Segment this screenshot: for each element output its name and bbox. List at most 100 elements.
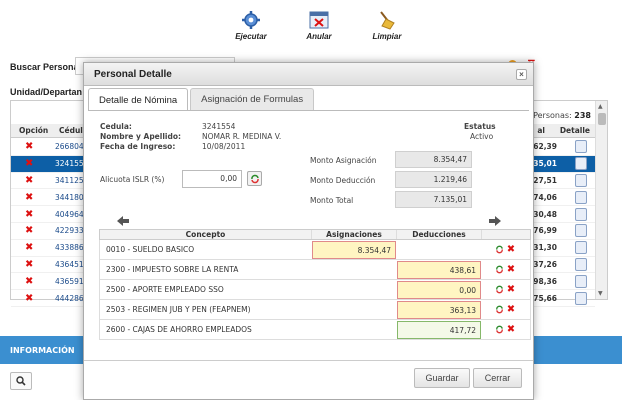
recalc-icon[interactable] xyxy=(495,285,504,294)
alicuota-input[interactable]: 0,00 xyxy=(182,170,242,188)
detail-icon[interactable] xyxy=(575,173,587,187)
tab-detalle-nomina[interactable]: Detalle de Nómina xyxy=(88,88,189,111)
concepto-row: 2500 - APORTE EMPLEADO SSO 0,00 ✖ xyxy=(99,280,531,300)
deduccion-cell[interactable]: 417,72 xyxy=(397,320,481,339)
scroll-down-icon[interactable]: ▼ xyxy=(598,290,603,297)
cerrar-button[interactable]: Cerrar xyxy=(473,368,522,388)
tab-asignacion-formulas[interactable]: Asignación de Formulas xyxy=(190,88,315,110)
monto-deduccion-value: 1.219,46 xyxy=(395,171,472,188)
close-icon[interactable]: × xyxy=(516,69,527,80)
concepto-label: 2500 - APORTE EMPLEADO SSO xyxy=(106,285,224,294)
modal-tabs: Detalle de Nómina Asignación de Formulas xyxy=(88,88,315,111)
detail-icon[interactable] xyxy=(575,257,587,271)
delete-icon[interactable]: ✖ xyxy=(507,284,515,295)
personas-count: Personas: 238 xyxy=(533,111,591,120)
delete-icon[interactable]: ✖ xyxy=(25,141,33,152)
limpiar-label: Limpiar xyxy=(372,32,402,41)
delete-icon[interactable]: ✖ xyxy=(25,276,33,287)
delete-icon[interactable]: ✖ xyxy=(507,324,515,335)
header-asignaciones: Asignaciones xyxy=(312,230,397,239)
modal-footer-divider xyxy=(84,360,533,361)
conceptos-header: Concepto Asignaciones Deducciones xyxy=(99,229,531,240)
detail-icon[interactable] xyxy=(575,241,587,255)
header-actions xyxy=(482,230,530,239)
detail-icon[interactable] xyxy=(575,291,587,305)
recalc-icon[interactable] xyxy=(495,265,504,274)
monto-total-value: 7.135,01 xyxy=(395,191,472,208)
monto-deduccion-label: Monto Deducción xyxy=(310,176,376,185)
header-deducciones: Deducciones xyxy=(397,230,482,239)
concepto-label: 0010 - SUELDO BASICO xyxy=(106,245,195,254)
detail-icon[interactable] xyxy=(575,140,587,154)
next-arrow-icon[interactable] xyxy=(489,216,501,226)
delete-icon[interactable]: ✖ xyxy=(507,244,515,255)
deduccion-cell[interactable]: 363,13 xyxy=(397,300,481,319)
delete-icon[interactable]: ✖ xyxy=(25,192,33,203)
alicuota-label: Alicuota ISLR (%) xyxy=(100,175,165,184)
delete-icon[interactable]: ✖ xyxy=(507,304,515,315)
header-concepto: Concepto xyxy=(100,230,312,239)
alicuota-recalc-button[interactable] xyxy=(247,171,262,186)
recalc-icon[interactable] xyxy=(495,325,504,334)
scroll-thumb[interactable] xyxy=(598,113,606,125)
estatus-value: Activo xyxy=(470,132,494,141)
delete-icon[interactable]: ✖ xyxy=(507,264,515,275)
concepto-label: 2503 - REGIMEN JUB Y PEN (FEAPNEM) xyxy=(106,305,251,314)
unidad-label: Unidad/Departan xyxy=(10,87,83,97)
anular-label: Anular xyxy=(306,32,332,41)
concepto-row: 2503 - REGIMEN JUB Y PEN (FEAPNEM) 363,13… xyxy=(99,300,531,320)
delete-icon[interactable]: ✖ xyxy=(25,259,33,270)
estatus-label: Estatus xyxy=(464,122,496,131)
toolbar: Ejecutar Anular Limpiar xyxy=(228,10,410,41)
concepto-row: 2600 - CAJAS DE AHORRO EMPLEADOS 417,72 ✖ xyxy=(99,320,531,340)
concepto-label: 2600 - CAJAS DE AHORRO EMPLEADOS xyxy=(106,325,252,334)
ejecutar-label: Ejecutar xyxy=(235,32,267,41)
fecha-value: 10/08/2011 xyxy=(202,142,246,151)
detail-icon[interactable] xyxy=(575,207,587,221)
delete-icon[interactable]: ✖ xyxy=(25,242,33,253)
info-search-button[interactable] xyxy=(10,372,32,390)
delete-icon[interactable]: ✖ xyxy=(25,175,33,186)
cancel-icon xyxy=(308,10,330,30)
buscar-persona-label: Buscar Persona xyxy=(10,62,79,72)
detail-icon[interactable] xyxy=(575,157,587,171)
limpiar-button[interactable]: Limpiar xyxy=(364,10,410,41)
detail-icon[interactable] xyxy=(575,274,587,288)
concepto-label: 2300 - IMPUESTO SOBRE LA RENTA xyxy=(106,265,239,274)
grid-scrollbar[interactable]: ▲ ▼ xyxy=(595,101,607,299)
scroll-up-icon[interactable]: ▲ xyxy=(598,103,603,110)
tab-divider xyxy=(88,110,529,111)
deduccion-cell[interactable]: 0,00 xyxy=(397,280,481,299)
delete-icon[interactable]: ✖ xyxy=(25,209,33,220)
fecha-label: Fecha de Ingreso: xyxy=(100,142,176,151)
asignacion-cell[interactable]: 8.354,47 xyxy=(312,240,396,259)
recalc-icon[interactable] xyxy=(495,305,504,314)
monto-asignacion-label: Monto Asignación xyxy=(310,156,377,165)
recalc-icon[interactable] xyxy=(495,245,504,254)
deduccion-cell[interactable]: 438,61 xyxy=(397,260,481,279)
concepto-row: 0010 - SUELDO BASICO 8.354,47 ✖ xyxy=(99,240,531,260)
anular-button[interactable]: Anular xyxy=(296,10,342,41)
cedula-label: Cedula: xyxy=(100,122,132,131)
prev-arrow-icon[interactable] xyxy=(117,216,129,226)
delete-icon[interactable]: ✖ xyxy=(25,225,33,236)
ejecutar-button[interactable]: Ejecutar xyxy=(228,10,274,41)
col-total: al xyxy=(537,126,545,135)
detail-icon[interactable] xyxy=(575,224,587,238)
delete-icon[interactable]: ✖ xyxy=(25,293,33,304)
gear-icon xyxy=(240,10,262,30)
detail-icon[interactable] xyxy=(575,190,587,204)
modal-title-bar[interactable]: Personal Detalle × xyxy=(84,63,533,86)
informacion-header[interactable]: INFORMACIÓN xyxy=(0,336,84,364)
informacion-header-right xyxy=(532,336,622,364)
search-icon xyxy=(16,376,26,386)
broom-icon xyxy=(376,10,398,30)
recalc-icon xyxy=(250,174,259,183)
conceptos-table: Concepto Asignaciones Deducciones 0010 -… xyxy=(99,229,531,340)
personal-detalle-modal: Personal Detalle × Detalle de Nómina Asi… xyxy=(83,62,534,400)
nombre-label: Nombre y Apellido: xyxy=(100,132,182,141)
guardar-button[interactable]: Guardar xyxy=(414,368,470,388)
concepto-row: 2300 - IMPUESTO SOBRE LA RENTA 438,61 ✖ xyxy=(99,260,531,280)
delete-icon[interactable]: ✖ xyxy=(25,158,33,169)
cedula-value: 3241554 xyxy=(202,122,236,131)
